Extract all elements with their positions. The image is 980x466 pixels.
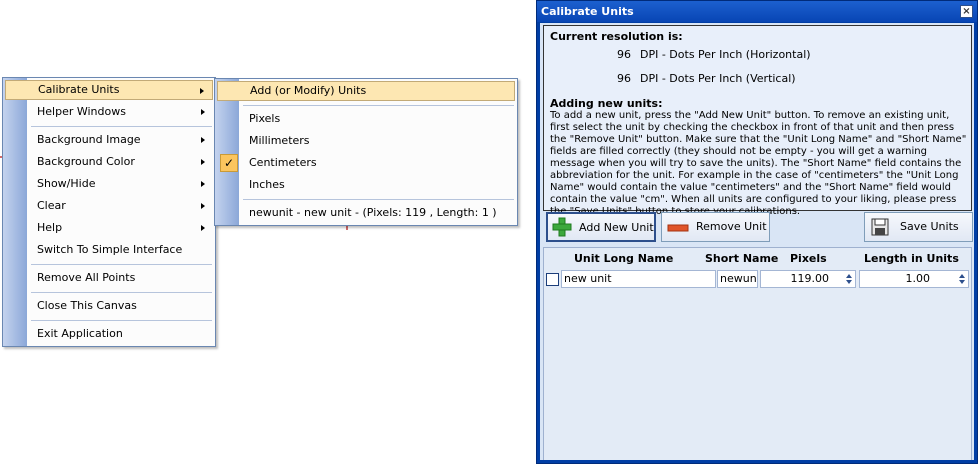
menu-item-background-color[interactable]: Background Color bbox=[5, 152, 213, 172]
menu-separator bbox=[31, 264, 212, 265]
length-stepper[interactable]: 1.00 bbox=[859, 270, 969, 288]
dpi-vertical-label: DPI - Dots Per Inch (Vertical) bbox=[640, 72, 796, 85]
checkmark-icon: ✓ bbox=[220, 154, 238, 172]
adding-heading: Adding new units: bbox=[550, 97, 663, 110]
pixels-stepper[interactable]: 119.00 bbox=[760, 270, 856, 288]
dialog-client-area: Current resolution is: 96 DPI - Dots Per… bbox=[540, 23, 974, 460]
menu-item-add-modify-units[interactable]: Add (or Modify) Units bbox=[217, 81, 515, 101]
menu-item-label: Add (or Modify) Units bbox=[250, 84, 367, 97]
add-new-unit-button[interactable]: Add New Unit bbox=[546, 212, 656, 242]
submenu-arrow-icon bbox=[201, 203, 205, 209]
submenu-arrow-icon bbox=[201, 181, 205, 187]
row-select-checkbox[interactable] bbox=[546, 273, 559, 286]
menu-item-label: Background Image bbox=[37, 133, 141, 146]
menu-item-millimeters[interactable]: Millimeters bbox=[217, 131, 515, 151]
resolution-heading: Current resolution is: bbox=[550, 30, 683, 43]
menu-separator bbox=[31, 126, 212, 127]
submenu-arrow-icon bbox=[201, 109, 205, 115]
unit-long-name-field[interactable]: new unit bbox=[561, 270, 716, 288]
save-units-button[interactable]: Save Units bbox=[864, 212, 973, 242]
submenu-arrow-icon bbox=[200, 88, 204, 94]
dialog-title: Calibrate Units bbox=[541, 5, 634, 18]
menu-separator bbox=[31, 292, 212, 293]
menu-item-label: Close This Canvas bbox=[37, 299, 137, 312]
remove-unit-label: Remove Unit bbox=[696, 220, 767, 233]
plus-icon bbox=[552, 217, 572, 237]
length-spin-icon[interactable] bbox=[957, 272, 967, 286]
menu-item-centimeters[interactable]: ✓ Centimeters bbox=[217, 153, 515, 173]
menu-item-label: Millimeters bbox=[249, 134, 310, 147]
submenu-arrow-icon bbox=[201, 137, 205, 143]
submenu-arrow-icon bbox=[201, 225, 205, 231]
menu-item-label: Calibrate Units bbox=[38, 83, 120, 96]
dpi-horizontal-label: DPI - Dots Per Inch (Horizontal) bbox=[640, 48, 811, 61]
menu-item-label: Remove All Points bbox=[37, 271, 136, 284]
minus-icon bbox=[667, 224, 689, 232]
column-header-short-name: Short Name bbox=[705, 252, 779, 265]
pixels-value: 119.00 bbox=[790, 272, 830, 285]
menu-item-label: Inches bbox=[249, 178, 285, 191]
close-icon[interactable]: × bbox=[960, 5, 973, 18]
dialog-title-bar[interactable]: Calibrate Units × bbox=[537, 1, 977, 22]
units-grid: Unit Long Name Short Name Pixels Length … bbox=[543, 247, 972, 460]
menu-item-clear[interactable]: Clear bbox=[5, 196, 213, 216]
menu-item-calibrate-units[interactable]: Calibrate Units bbox=[5, 80, 213, 100]
menu-item-label: Centimeters bbox=[249, 156, 317, 169]
context-menu: Calibrate Units Helper Windows Backgroun… bbox=[2, 77, 216, 347]
menu-item-label: Switch To Simple Interface bbox=[37, 243, 183, 256]
menu-item-label: Help bbox=[37, 221, 63, 234]
submenu-arrow-icon bbox=[201, 159, 205, 165]
column-header-unit-long-name: Unit Long Name bbox=[574, 252, 674, 265]
menu-item-label: Helper Windows bbox=[37, 105, 126, 118]
menu-item-remove-all-points[interactable]: Remove All Points bbox=[5, 268, 213, 288]
menu-item-helper-windows[interactable]: Helper Windows bbox=[5, 102, 213, 122]
menu-separator bbox=[31, 320, 212, 321]
menu-item-label: Background Color bbox=[37, 155, 135, 168]
menu-item-label: Exit Application bbox=[37, 327, 123, 340]
length-value: 1.00 bbox=[905, 272, 931, 285]
pixels-spin-icon[interactable] bbox=[844, 272, 854, 286]
menu-item-switch-simple-interface[interactable]: Switch To Simple Interface bbox=[5, 240, 213, 260]
save-icon bbox=[871, 218, 889, 236]
menu-item-label: Pixels bbox=[249, 112, 281, 125]
menu-item-background-image[interactable]: Background Image bbox=[5, 130, 213, 150]
menu-item-label: Show/Hide bbox=[37, 177, 96, 190]
adding-instructions: To add a new unit, press the "Add New Un… bbox=[550, 110, 967, 217]
info-panel: Current resolution is: 96 DPI - Dots Per… bbox=[543, 25, 972, 217]
menu-item-custom-unit[interactable]: newunit - new unit - (Pixels: 119 , Leng… bbox=[217, 203, 515, 223]
add-new-unit-label: Add New Unit bbox=[579, 221, 654, 234]
dpi-horizontal-value: 96 bbox=[617, 48, 631, 61]
menu-separator bbox=[243, 105, 514, 106]
menu-separator bbox=[243, 199, 514, 200]
calibrate-units-dialog: Calibrate Units × Current resolution is:… bbox=[536, 0, 978, 464]
column-header-pixels: Pixels bbox=[790, 252, 827, 265]
menu-item-pixels[interactable]: Pixels bbox=[217, 109, 515, 129]
menu-item-inches[interactable]: Inches bbox=[217, 175, 515, 195]
menu-item-label: Clear bbox=[37, 199, 66, 212]
save-units-label: Save Units bbox=[900, 220, 959, 233]
calibrate-units-submenu: Add (or Modify) Units Pixels Millimeters… bbox=[214, 78, 518, 226]
menu-item-label: newunit - new unit - (Pixels: 119 , Leng… bbox=[249, 206, 497, 219]
menu-item-help[interactable]: Help bbox=[5, 218, 213, 238]
menu-item-show-hide[interactable]: Show/Hide bbox=[5, 174, 213, 194]
remove-unit-button[interactable]: Remove Unit bbox=[661, 212, 770, 242]
short-name-field[interactable]: newunit bbox=[717, 270, 758, 288]
dpi-vertical-value: 96 bbox=[617, 72, 631, 85]
menu-item-close-canvas[interactable]: Close This Canvas bbox=[5, 296, 213, 316]
menu-item-exit-application[interactable]: Exit Application bbox=[5, 324, 213, 344]
column-header-length-in-units: Length in Units bbox=[864, 252, 959, 265]
